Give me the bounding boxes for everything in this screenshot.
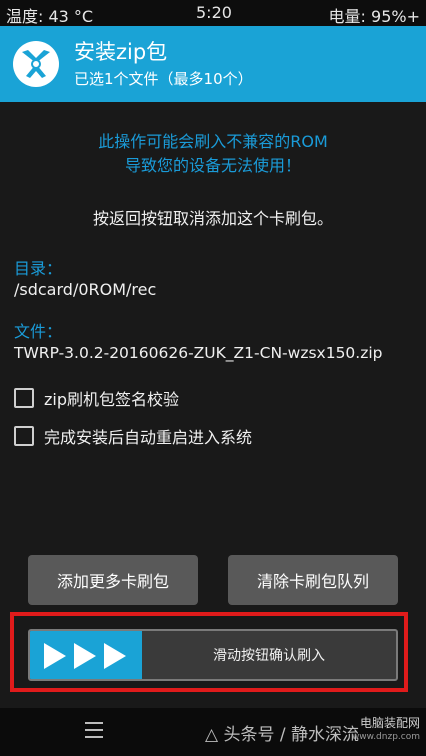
twrp-logo-icon: [13, 41, 59, 87]
swipe-to-confirm-slider[interactable]: 滑动按钮确认刷入: [28, 629, 398, 681]
add-more-zips-button[interactable]: 添加更多卡刷包: [28, 555, 198, 605]
reboot-after-install-option[interactable]: 完成安装后自动重启进入系统: [14, 424, 252, 448]
temperature-readout: 温度: 43 °C: [6, 7, 94, 26]
page-subtitle: 已选1个文件（最多10个）: [74, 70, 253, 88]
clock: 5:20: [196, 3, 232, 22]
clear-zip-queue-button[interactable]: 清除卡刷包队列: [228, 555, 398, 605]
header-bar: 安装zip包 已选1个文件（最多10个）: [0, 26, 426, 102]
warning-line-2: 导致您的设备无法使用！: [124, 156, 301, 175]
file-value: TWRP-3.0.2-20160626-ZUK_Z1-CN-wzsx150.zi…: [14, 344, 383, 362]
warning-line-1: 此操作可能会刷入不兼容的ROM: [98, 132, 328, 151]
reboot-after-install-label: 完成安装后自动重启进入系统: [44, 428, 253, 447]
zip-signature-verify-checkbox[interactable]: [14, 388, 34, 408]
arrow-right-icon: [104, 643, 126, 669]
watermark-site-url: www.dnzp.com: [351, 732, 420, 742]
reboot-after-install-checkbox[interactable]: [14, 426, 34, 446]
file-label: 文件：: [14, 322, 63, 341]
watermark-site: 电脑装配网 www.dnzp.com: [352, 716, 420, 744]
slider-label: 滑动按钮确认刷入: [213, 648, 325, 664]
zip-signature-verify-label: zip刷机包签名校验: [44, 390, 180, 409]
directory-label: 目录：: [14, 259, 63, 278]
status-bar: 温度: 43 °C 5:20 电量: 95%+: [0, 0, 426, 26]
menu-icon[interactable]: [85, 722, 103, 738]
slider-handle[interactable]: [30, 631, 142, 679]
page-title: 安装zip包: [74, 40, 168, 64]
directory-value: /sdcard/0ROM/rec: [14, 280, 157, 299]
navigation-bar: △ 头条号 / 静水深流 电脑装配网 www.dnzp.com: [0, 708, 426, 756]
watermark-text: △ 头条号 / 静水深流: [205, 725, 360, 745]
arrow-right-icon: [74, 643, 96, 669]
battery-readout: 电量: 95%+: [328, 7, 420, 26]
back-to-cancel-text: 按返回按钮取消添加这个卡刷包。: [92, 209, 333, 228]
watermark-site-name: 电脑装配网: [359, 716, 420, 730]
zip-signature-verify-option[interactable]: zip刷机包签名校验: [14, 386, 179, 410]
arrow-right-icon: [44, 643, 66, 669]
